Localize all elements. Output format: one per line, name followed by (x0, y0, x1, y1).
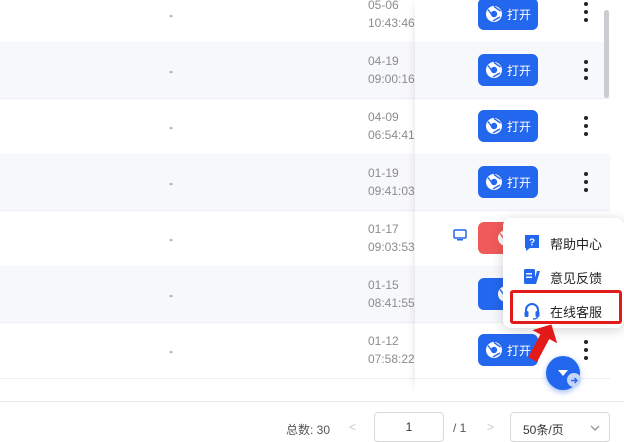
page-count: / 1 (453, 421, 467, 435)
cell-datetime: 04-19 09:00:16 (368, 54, 415, 86)
page-number-input[interactable] (374, 412, 444, 442)
page-size-select[interactable]: 50条/页 (510, 412, 610, 442)
vertical-scrollbar[interactable] (604, 10, 609, 98)
next-page-button[interactable]: > (487, 420, 494, 434)
more-menu-button[interactable] (578, 114, 594, 138)
highlight-box (510, 290, 622, 324)
browser-icon (485, 341, 503, 359)
browser-icon (485, 61, 503, 79)
help-center-item[interactable]: ? 帮助中心 (503, 229, 624, 257)
pagination-bar: 总数: 30 < / 1 > 50条/页 (0, 401, 624, 442)
open-button[interactable]: 打开 (478, 110, 538, 142)
total-count: 总数: 30 (286, 423, 331, 437)
feedback-icon (522, 267, 542, 287)
cell-dash: - (169, 120, 173, 134)
open-button[interactable]: 打开 (478, 54, 538, 86)
feedback-item[interactable]: 意见反馈 (503, 263, 624, 291)
browser-icon (485, 173, 503, 191)
cell-dash: - (169, 176, 173, 190)
cell-datetime: 01-15 08:41:55 (368, 278, 415, 310)
more-menu-button[interactable] (578, 338, 594, 362)
cell-datetime: 01-19 09:41:03 (368, 166, 415, 198)
browser-icon (485, 117, 503, 135)
more-menu-button[interactable] (578, 170, 594, 194)
expand-arrow-icon[interactable] (567, 373, 581, 387)
cell-dash: - (169, 232, 173, 246)
more-menu-button[interactable] (578, 58, 594, 82)
cell-datetime: 01-12 07:58:22 (368, 334, 415, 366)
prev-page-button[interactable]: < (349, 420, 356, 434)
browser-icon (485, 5, 503, 23)
cell-dash: - (169, 344, 173, 358)
question-icon: ? (522, 233, 542, 253)
monitor-icon (453, 228, 467, 241)
cell-dash: - (169, 288, 173, 302)
cell-datetime: 01-17 09:03:53 (368, 222, 415, 254)
more-menu-button[interactable] (578, 0, 594, 24)
cell-dash: - (169, 64, 173, 78)
chevron-down-icon (590, 425, 600, 431)
open-button[interactable]: 打开 (478, 0, 538, 30)
svg-text:?: ? (529, 238, 535, 249)
open-button[interactable]: 打开 (478, 166, 538, 198)
cell-dash: - (169, 8, 173, 22)
cell-datetime: 04-09 06:54:41 (368, 110, 415, 142)
cell-datetime: 05-06 10:43:46 (368, 0, 415, 30)
